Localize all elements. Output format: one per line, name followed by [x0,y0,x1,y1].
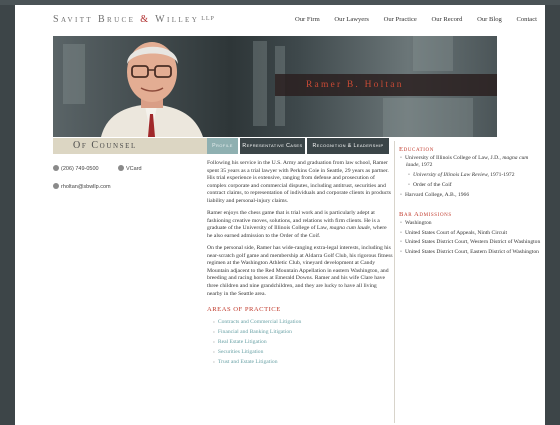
bar-admission-item: Washington [399,220,541,227]
phone-number: (206) 749-0500 [61,166,99,172]
nav-our-practice[interactable]: Our Practice [384,16,417,23]
bio-paragraph-2: Ramer enjoys the chess game that is tria… [207,210,393,240]
bar-admission-item: United States Court of Appeals, Ninth Ci… [399,230,541,237]
firm-logo[interactable]: Savitt Bruce & Willey LLP [53,14,215,25]
logo-text-1: Savitt Bruce [53,14,136,25]
education-list: University of Illinois College of Law, J… [399,155,541,199]
attorney-portrait [101,42,203,137]
bar-admissions-list: Washington United States Court of Appeal… [399,220,541,256]
education-item: Harvard College, A.B., 1966 [399,192,541,199]
bar-admission-item: United States District Court, Western Di… [399,239,541,246]
profile-content: Following his service in the U.S. Army a… [207,160,393,367]
bar-admissions-heading: Bar Admissions [399,210,452,218]
email-link[interactable]: rholtan@sbwllp.com [53,183,111,190]
vcard-label: VCard [126,166,142,172]
email-icon [53,183,59,189]
nav-our-lawyers[interactable]: Our Lawyers [334,16,369,23]
title-bar: Of Counsel [53,138,208,154]
bio-emphasis: magna cum laude, [329,225,372,232]
bio-paragraph-1: Following his service in the U.S. Army a… [207,160,391,204]
logo-ampersand: & [140,14,151,25]
hero-banner: Ramer B. Holtan [53,36,497,137]
bio-paragraph-3: On the personal side, Ramer has wide-ran… [207,244,393,297]
bar-admission-item: United States District Court, Eastern Di… [399,249,541,256]
education-year: 1972 [421,162,433,169]
vcard-link[interactable]: VCard [118,165,142,172]
attorney-name: Ramer B. Holtan [306,80,404,90]
logo-text-2: Willey [155,14,200,25]
nav-contact[interactable]: Contact [516,16,537,23]
header: Savitt Bruce & Willey LLP Our Firm Our La… [15,5,545,36]
education-subitem: University of Illinois Law Review, 1971-… [399,172,541,179]
credentials-sidebar: Education University of Illinois College… [399,143,541,259]
vcard-icon [118,165,124,171]
tab-recognition-leadership[interactable]: Recognition & Leadership [307,138,389,154]
practice-areas-list: Contracts and Commercial Litigation Fina… [207,317,393,367]
practice-area-link[interactable]: Real Estate Litigation [213,337,393,347]
logo-suffix: LLP [201,16,215,22]
education-year: 1971-1972 [490,172,515,179]
nav-our-blog[interactable]: Our Blog [477,16,502,23]
column-divider [394,141,395,423]
education-item: University of Illinois College of Law, J… [399,155,541,169]
page: Savitt Bruce & Willey LLP Our Firm Our La… [15,5,545,425]
phone-contact[interactable]: (206) 749-0500 [53,165,99,172]
practice-area-link[interactable]: Trust and Estate Litigation [213,357,393,367]
nav-our-firm[interactable]: Our Firm [295,16,320,23]
nav-our-record[interactable]: Our Record [431,16,462,23]
education-subitem: Order of the Coif [399,182,541,189]
education-heading: Education [399,146,434,153]
attorney-title: Of Counsel [73,140,137,151]
building-window [253,41,267,126]
phone-icon [53,165,59,171]
practice-area-link[interactable]: Securities Litigation [213,347,393,357]
tab-profile[interactable]: Profile [207,138,238,154]
email-address: rholtan@sbwllp.com [61,184,111,190]
education-emphasis: University of Illinois Law Review, [412,172,489,179]
areas-heading: AREAS OF PRACTICE [207,306,281,314]
practice-area-link[interactable]: Contracts and Commercial Litigation [213,317,393,327]
building-window [383,98,473,137]
building-window [63,44,85,104]
building-window [413,36,453,71]
education-text: University of Illinois College of Law, J… [404,155,501,162]
practice-area-link[interactable]: Financial and Banking Litigation [213,327,393,337]
main-nav: Our Firm Our Lawyers Our Practice Our Re… [295,16,545,23]
tab-representative-cases[interactable]: Representative Cases [240,138,305,154]
